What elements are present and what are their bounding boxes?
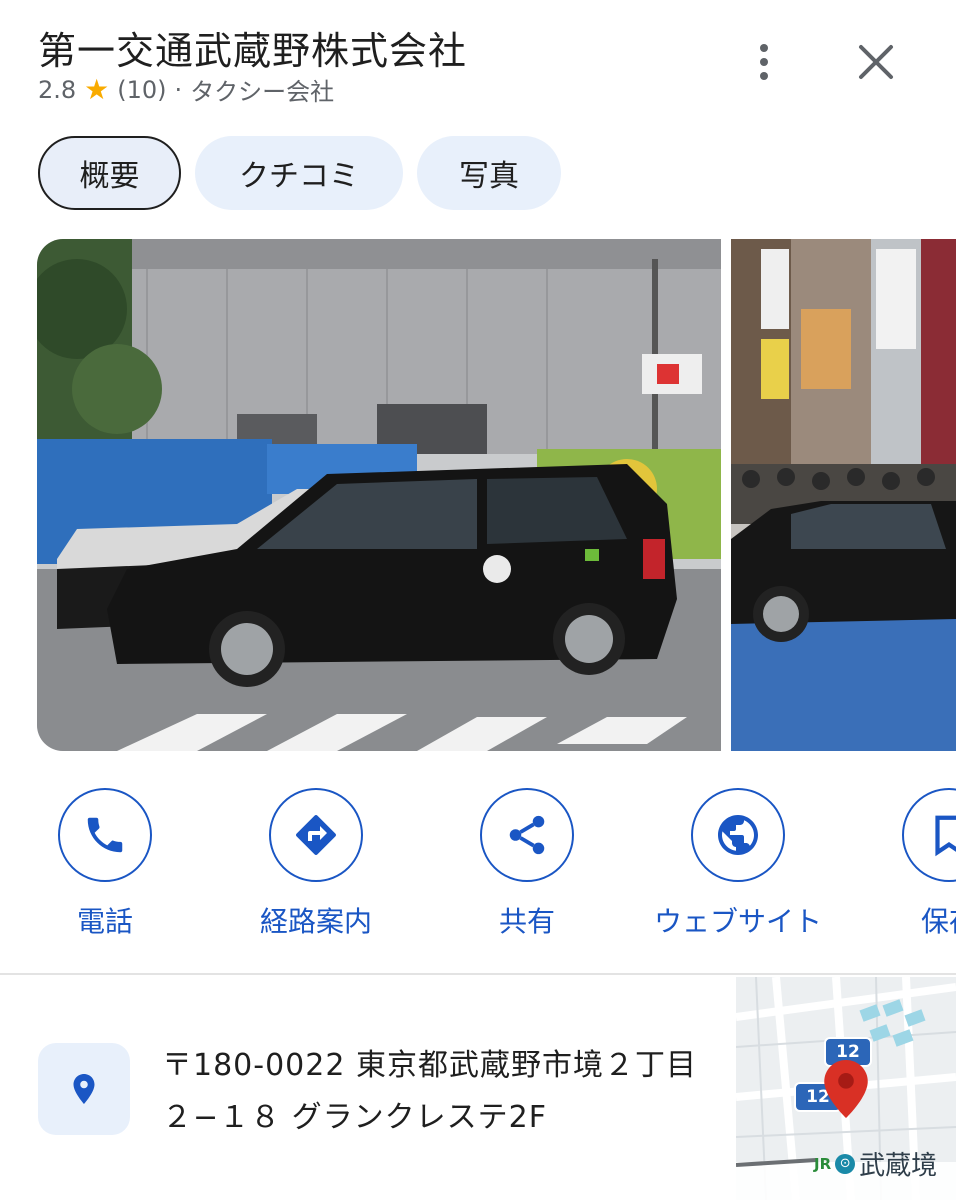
train-icon: ⊙	[835, 1153, 856, 1174]
save-label: 保存	[920, 905, 956, 938]
call-label: 電話	[76, 905, 133, 938]
address-text[interactable]: 〒180-0022 東京都武蔵野市境２丁目 ２−１８ グランクレステ2F	[162, 1040, 697, 1144]
share-action[interactable]: 共有	[422, 788, 632, 940]
close-button[interactable]	[850, 36, 902, 88]
call-button[interactable]	[58, 788, 152, 882]
more-vert-icon	[760, 44, 768, 52]
address-icon-box	[38, 1043, 130, 1135]
website-label: ウェブサイト	[653, 905, 822, 938]
station-label: 武蔵境	[859, 1151, 938, 1181]
tab-reviews[interactable]: クチコミ	[195, 136, 403, 210]
taxi-photo-image	[37, 239, 721, 751]
station-marker: JR ⊙ 武蔵境	[814, 1145, 937, 1182]
tab-photos[interactable]: 写真	[417, 136, 561, 210]
phone-icon	[87, 817, 123, 853]
directions-icon	[296, 815, 336, 855]
directions-action[interactable]: 経路案内	[211, 788, 421, 940]
website-action[interactable]: ウェブサイト	[633, 788, 843, 940]
save-button[interactable]	[902, 788, 956, 882]
globe-icon	[718, 815, 758, 855]
photo-taxi-street[interactable]	[37, 239, 721, 751]
place-category: タクシー会社	[190, 78, 335, 106]
directions-button[interactable]	[269, 788, 363, 882]
more-options-button[interactable]	[742, 38, 786, 86]
jr-logo: JR	[814, 1154, 832, 1173]
directions-label: 経路案内	[259, 905, 372, 938]
review-count[interactable]: (10)	[117, 76, 166, 104]
section-divider	[0, 973, 956, 975]
tab-overview[interactable]: 概要	[38, 136, 181, 210]
rating-value: 2.8	[38, 75, 77, 104]
location-pin-icon	[73, 1074, 95, 1104]
share-label: 共有	[498, 905, 555, 938]
map-thumbnail[interactable]: 12 12 JR ⊙ 武蔵境	[736, 977, 956, 1200]
address-line-1: 〒180-0022 東京都武蔵野市境２丁目	[162, 1048, 697, 1083]
star-icon: ★	[84, 72, 110, 106]
bookmark-icon	[935, 815, 956, 857]
street-photo-image	[731, 239, 956, 751]
close-icon	[859, 45, 893, 79]
share-button[interactable]	[480, 788, 574, 882]
photo-taxi-crossing[interactable]	[731, 239, 956, 751]
share-icon	[509, 815, 545, 855]
call-action[interactable]: 電話	[0, 788, 210, 940]
separator: ·	[174, 75, 183, 104]
action-bar: 電話 経路案内 共有 ウェブサイト 保	[0, 788, 956, 948]
place-subtitle: 2.8 ★ (10) · タクシー会社	[38, 72, 334, 107]
map-pin-icon	[824, 1060, 868, 1118]
save-action[interactable]: 保存	[844, 788, 956, 940]
website-button[interactable]	[691, 788, 785, 882]
tab-bar: 概要 クチコミ 写真	[38, 136, 561, 210]
address-line-2: ２−１８ グランクレステ2F	[162, 1100, 548, 1135]
place-title: 第一交通武蔵野株式会社	[38, 29, 468, 73]
